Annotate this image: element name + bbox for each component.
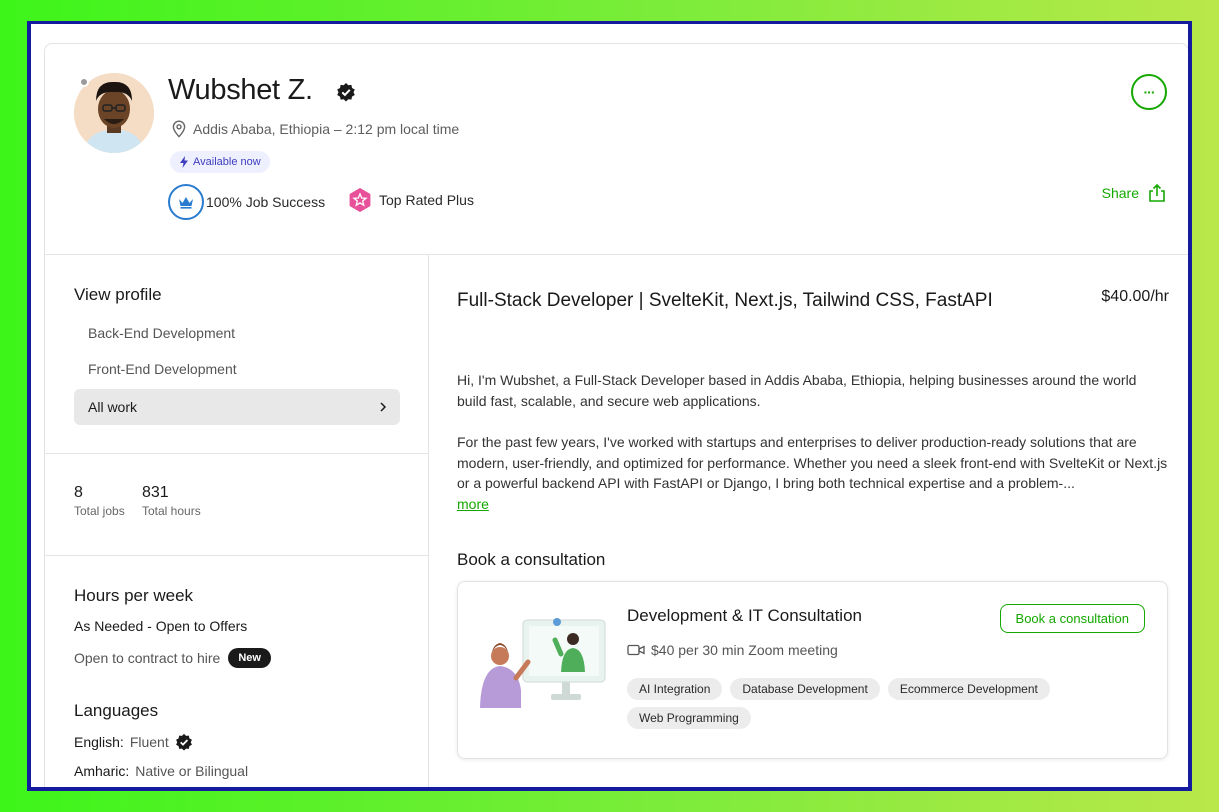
profile-item-backend[interactable]: Back-End Development <box>88 325 235 341</box>
more-link[interactable]: more <box>457 496 489 512</box>
new-badge: New <box>228 648 271 668</box>
hours-per-week-value: As Needed - Open to Offers <box>74 618 248 634</box>
share-label: Share <box>1101 185 1139 201</box>
bio-text: For the past few years, I've worked with… <box>457 434 1168 491</box>
book-consultation-button[interactable]: Book a consultation <box>999 604 1145 633</box>
job-success-badge: 100% Job Success <box>168 184 325 220</box>
language-level: Fluent <box>129 734 169 750</box>
browser-viewport: Wubshet Z. Addis Ababa, Ethiopia – 2:12 … <box>31 24 1188 787</box>
verified-badge-icon <box>337 83 355 102</box>
stat-value: 8 <box>74 484 83 501</box>
consultation-price: $40 per 30 min Zoom meeting <box>651 642 838 658</box>
share-button[interactable]: Share <box>1102 183 1167 203</box>
skill-tags: AI Integration Database Development Ecom… <box>627 678 1107 729</box>
all-work-label: All work <box>88 399 138 415</box>
contract-to-hire-row: Open to contract to hire New <box>74 648 271 668</box>
stat-label: Total jobs <box>74 504 125 518</box>
language-name: Amharic: <box>74 763 130 779</box>
stats-section: 8 Total jobs 831 Total hours <box>45 454 428 556</box>
top-rated-text: Top Rated Plus <box>379 192 474 208</box>
video-call-illustration <box>480 618 606 708</box>
view-profile-title: View profile <box>74 285 162 304</box>
video-camera-icon <box>627 644 645 656</box>
stat-value: 831 <box>142 484 169 501</box>
view-profile-section: View profile Back-End Development Front-… <box>45 255 428 454</box>
job-success-text: 100% Job Success <box>206 194 326 210</box>
consultation-heading: Book a consultation <box>457 550 606 569</box>
chevron-right-icon <box>380 402 387 412</box>
location-pin-icon <box>172 120 186 138</box>
bio-paragraph-1: Hi, I'm Wubshet, a Full-Stack Developer … <box>457 372 1137 409</box>
bio-paragraph-2: For the past few years, I've worked with… <box>457 432 1169 514</box>
profile-sidebar: View profile Back-End Development Front-… <box>45 255 429 787</box>
language-english: English: Fluent <box>74 733 193 751</box>
profile-title: Full-Stack Developer | SvelteKit, Next.j… <box>457 290 993 311</box>
hours-per-week-title: Hours per week <box>74 586 194 605</box>
status-dot <box>79 77 89 87</box>
stat-total-jobs: 8 Total jobs <box>74 484 125 518</box>
verified-icon <box>175 733 192 751</box>
hourly-rate: $40.00/hr <box>1101 288 1169 305</box>
contract-label: Open to contract to hire <box>74 650 221 666</box>
consultation-card: Development & IT Consultation Book a con… <box>457 581 1168 759</box>
stat-total-hours: 831 Total hours <box>142 484 201 518</box>
consultation-title: Development & IT Consultation <box>627 606 862 625</box>
language-name: English: <box>74 734 124 750</box>
availability-badge: Available now <box>170 151 270 173</box>
languages-title: Languages <box>74 701 159 720</box>
lightning-icon <box>180 156 188 168</box>
share-icon <box>1149 183 1165 202</box>
language-amharic: Amharic: Native or Bilingual <box>74 763 248 779</box>
profile-name: Wubshet Z. <box>168 74 313 106</box>
top-rated-plus-icon <box>349 188 371 212</box>
location-text: Addis Ababa, Ethiopia – 2:12 pm local ti… <box>193 121 460 137</box>
profile-item-all-work[interactable]: All work <box>74 389 400 425</box>
skill-tag[interactable]: Web Programming <box>627 707 751 729</box>
profile-card: Wubshet Z. Addis Ababa, Ethiopia – 2:12 … <box>44 43 1188 787</box>
availability-text: Available now <box>193 156 261 168</box>
language-level: Native or Bilingual <box>135 763 249 779</box>
skill-tag[interactable]: AI Integration <box>627 678 723 700</box>
stat-label: Total hours <box>142 504 201 518</box>
location-row: Addis Ababa, Ethiopia – 2:12 pm local ti… <box>171 120 459 138</box>
screenshot-frame: Wubshet Z. Addis Ababa, Ethiopia – 2:12 … <box>27 21 1192 791</box>
profile-item-frontend[interactable]: Front-End Development <box>88 361 237 377</box>
top-rated-badge: Top Rated Plus <box>347 187 474 213</box>
consultation-price-row: $40 per 30 min Zoom meeting <box>627 642 838 658</box>
skill-tag[interactable]: Ecommerce Development <box>887 678 1050 700</box>
profile-header: Wubshet Z. Addis Ababa, Ethiopia – 2:12 … <box>45 44 1188 255</box>
more-options-button[interactable]: ··· <box>1131 74 1167 110</box>
profile-main: Full-Stack Developer | SvelteKit, Next.j… <box>430 255 1188 787</box>
skill-tag[interactable]: Database Development <box>730 678 880 700</box>
crown-icon <box>168 184 204 220</box>
